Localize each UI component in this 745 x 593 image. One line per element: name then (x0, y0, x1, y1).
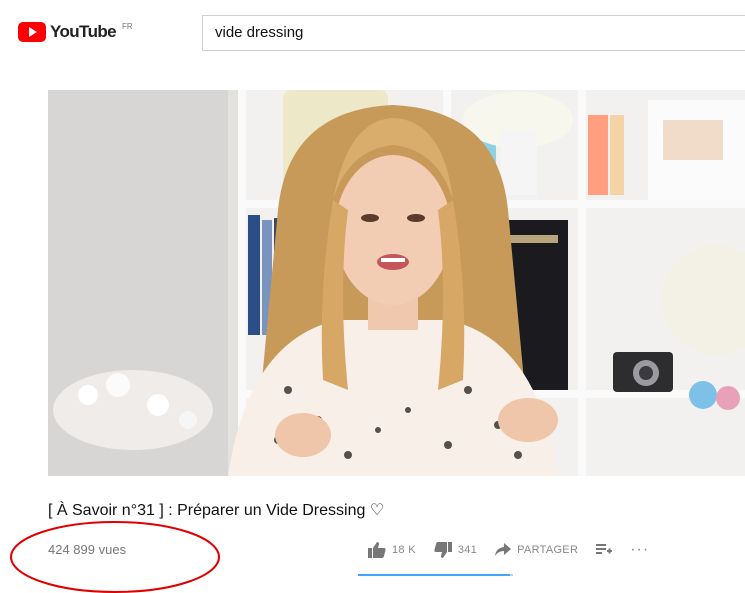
youtube-play-icon (18, 22, 46, 42)
thumbs-up-icon (368, 542, 386, 558)
share-label: PARTAGER (517, 544, 579, 556)
search-input[interactable] (215, 24, 715, 41)
region-code: FR (122, 22, 133, 31)
youtube-logo[interactable]: YouTube FR (18, 22, 133, 42)
video-frame-image (48, 90, 745, 476)
video-player[interactable] (48, 90, 745, 476)
thumbs-down-icon (434, 542, 452, 558)
save-to-playlist-button[interactable] (596, 544, 613, 556)
logo-wordmark: YouTube (50, 22, 117, 41)
view-count: 424 899 vues (48, 542, 127, 557)
share-arrow-icon (495, 543, 512, 557)
add-to-playlist-icon (596, 544, 613, 556)
share-button[interactable]: PARTAGER (495, 543, 578, 557)
search-box[interactable] (202, 15, 745, 51)
sentiment-bar-fill (358, 574, 510, 576)
dislike-button[interactable]: 341 (434, 542, 477, 558)
sentiment-bar (358, 574, 513, 576)
dislike-count: 341 (457, 544, 478, 556)
like-button[interactable]: 18 K (368, 542, 416, 558)
more-dots-icon: ··· (630, 541, 650, 558)
more-actions-button[interactable]: ··· (630, 541, 649, 559)
video-title: [ À Savoir n°31 ] : Préparer un Vide Dre… (48, 502, 385, 519)
youtube-page: YouTube FR vide dressing [À Savoir n°31… (0, 0, 745, 593)
video-actions: 18 K 341 PARTAGER ··· (368, 538, 667, 562)
like-count: 18 K (392, 544, 416, 556)
